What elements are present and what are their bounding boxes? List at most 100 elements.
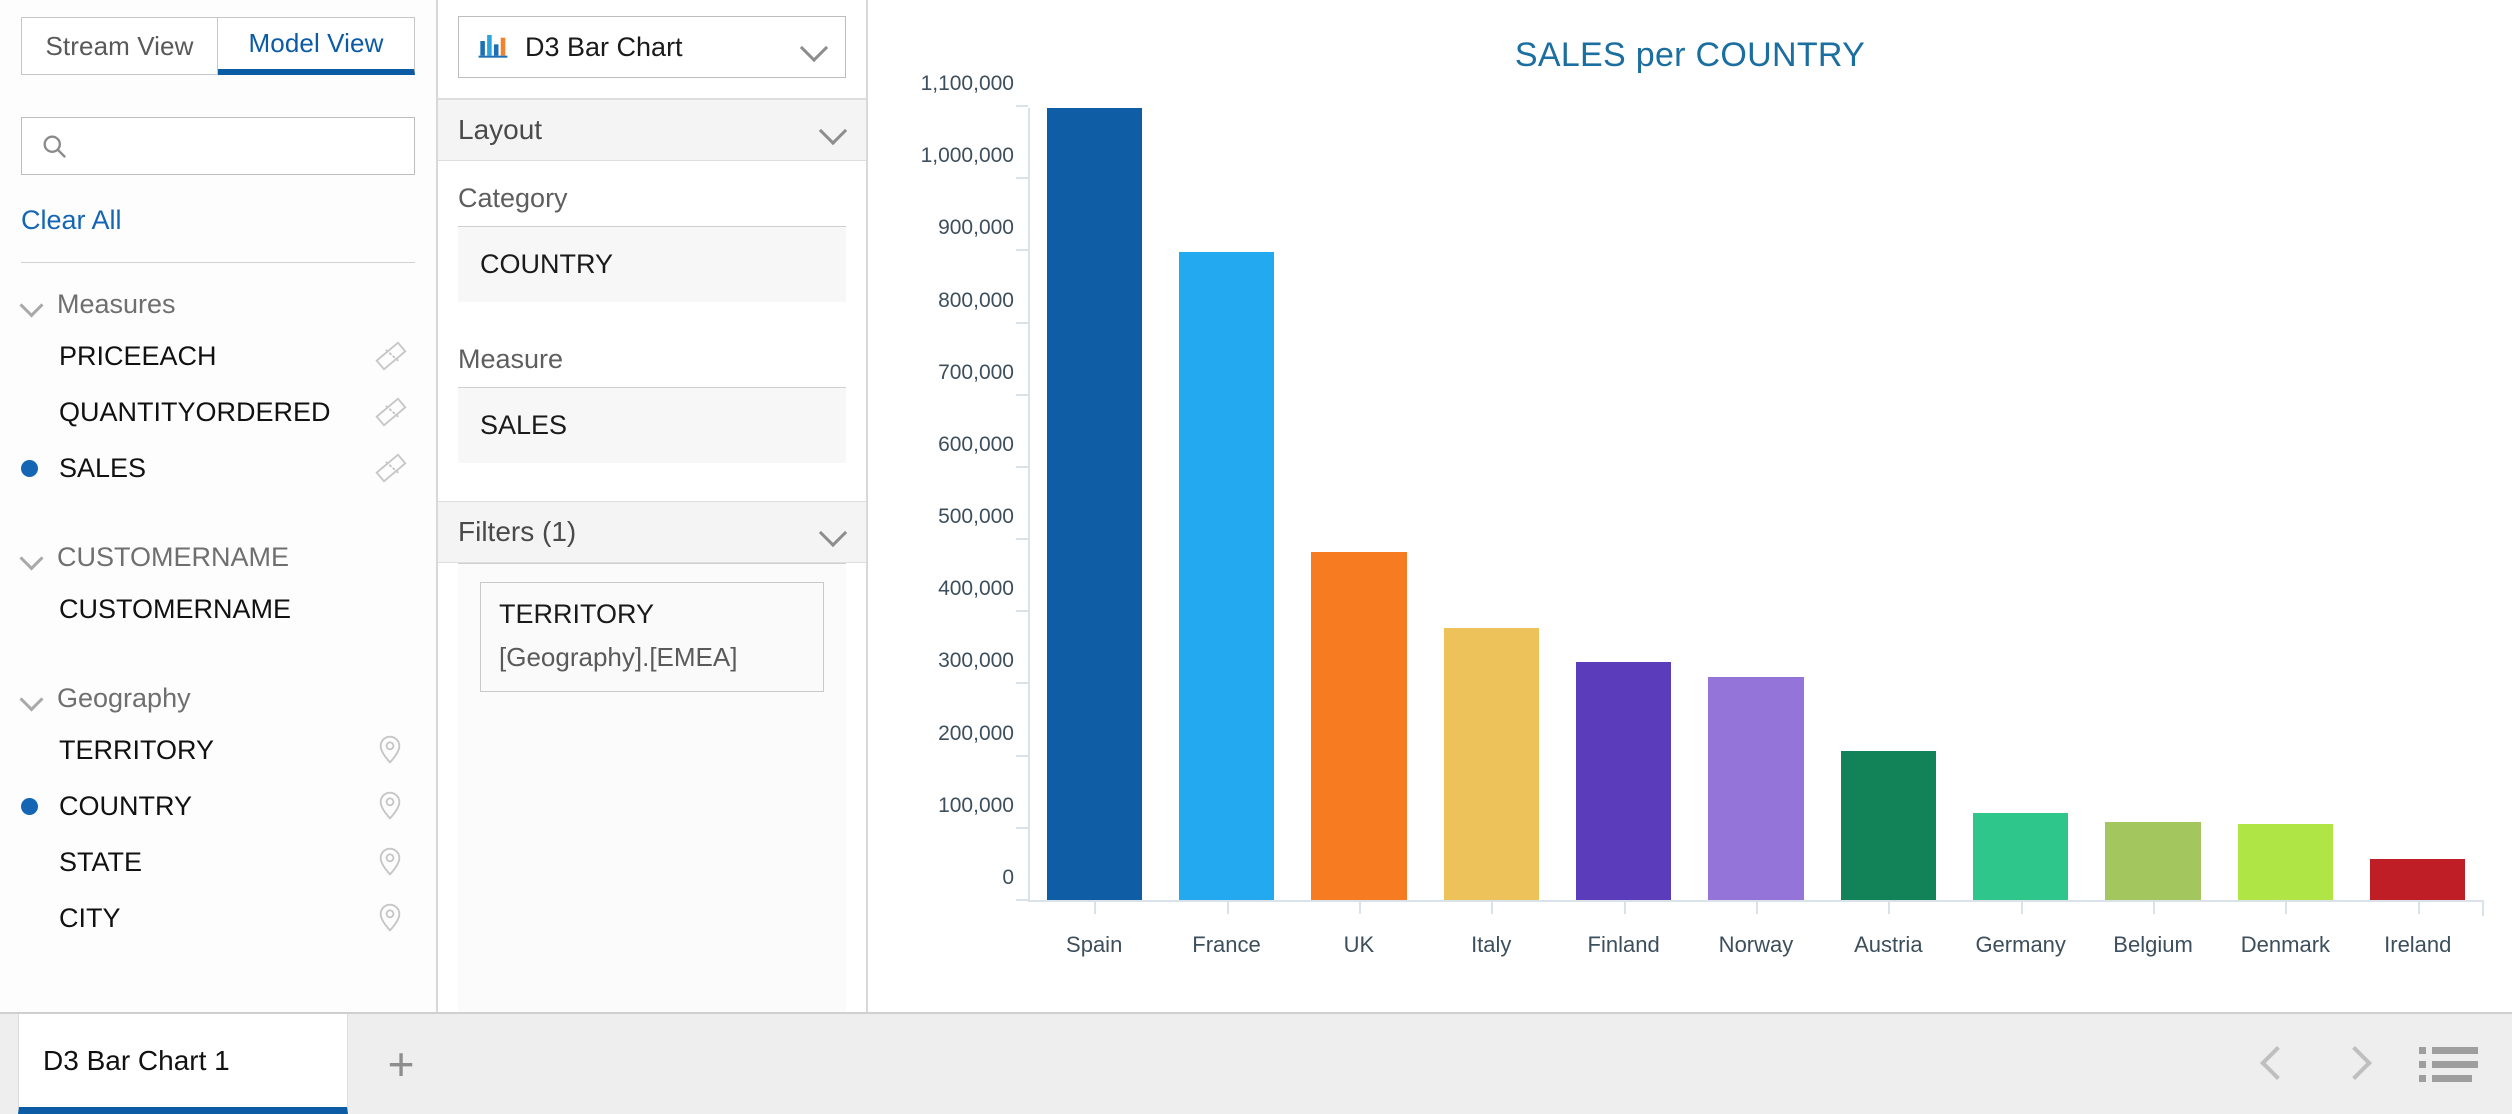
document-tab-d3-bar-chart-1[interactable]: D3 Bar Chart 1 bbox=[18, 1014, 348, 1114]
field-state[interactable]: STATE bbox=[0, 834, 436, 890]
bar-italy[interactable] bbox=[1443, 627, 1539, 900]
bar-germany[interactable] bbox=[1973, 812, 2069, 900]
chevron-down-icon bbox=[801, 34, 827, 60]
bar-slot: Italy bbox=[1425, 108, 1557, 957]
x-axis-tick-label: Denmark bbox=[2240, 932, 2331, 957]
tab-nav-controls bbox=[2259, 1014, 2512, 1114]
chevron-down-icon bbox=[820, 519, 846, 545]
x-axis-tick-label: Italy bbox=[1471, 932, 1512, 957]
bar-slot: UK bbox=[1293, 108, 1425, 957]
chart-config-panel: D3 Bar Chart Layout Category COUNTRY Mea… bbox=[438, 0, 868, 1012]
y-axis-tick-mark bbox=[1016, 321, 1028, 324]
map-pin-icon bbox=[374, 733, 408, 767]
category-value: COUNTRY bbox=[480, 249, 614, 279]
field-city[interactable]: CITY bbox=[0, 890, 436, 946]
document-tab-bar: D3 Bar Chart 1 + bbox=[0, 1012, 2512, 1114]
plus-icon: + bbox=[387, 1038, 415, 1090]
list-icon[interactable] bbox=[2419, 1046, 2478, 1082]
field-quantityordered[interactable]: QUANTITYORDERED bbox=[0, 384, 436, 440]
bar-slot: Finland bbox=[1557, 108, 1689, 957]
chevron-down-icon bbox=[820, 117, 846, 143]
chevron-right-icon[interactable] bbox=[2339, 1044, 2373, 1084]
chart-type-select[interactable]: D3 Bar Chart bbox=[458, 16, 846, 78]
y-axis-tick-label: 200,000 bbox=[938, 721, 1014, 745]
field-territory[interactable]: TERRITORY bbox=[0, 722, 436, 778]
x-axis-tick-label: Belgium bbox=[2113, 932, 2193, 957]
clear-all-link[interactable]: Clear All bbox=[21, 205, 122, 236]
y-axis-tick-label: 1,000,000 bbox=[920, 144, 1014, 168]
y-axis-tick-mark bbox=[1016, 105, 1028, 107]
search-icon bbox=[40, 132, 68, 160]
field-customername[interactable]: CUSTOMERNAME bbox=[0, 581, 436, 637]
selected-dot-icon bbox=[21, 797, 38, 815]
x-axis-tick-label: Spain bbox=[1066, 932, 1123, 957]
bar-spain[interactable] bbox=[1046, 108, 1142, 900]
x-axis-tick-mark bbox=[2153, 900, 2156, 914]
measure-value: SALES bbox=[480, 410, 568, 440]
map-pin-icon bbox=[374, 845, 408, 879]
x-axis-tick-mark bbox=[2020, 900, 2023, 914]
list-bullet bbox=[2419, 1074, 2426, 1082]
y-axis-tick-label: 500,000 bbox=[938, 505, 1014, 529]
list-line bbox=[2432, 1060, 2478, 1068]
y-axis-tick-mark bbox=[1016, 826, 1028, 829]
tab-stream-view[interactable]: Stream View bbox=[21, 17, 218, 75]
plot-area: 0 100,000 200,000 300,000 400,000 500,000 600,… bbox=[868, 72, 2512, 1012]
field-country[interactable]: COUNTRY bbox=[0, 778, 436, 834]
y-axis-tick-mark bbox=[1016, 610, 1028, 613]
filter-card-territory[interactable]: TERRITORY [Geography].[EMEA] bbox=[480, 582, 824, 692]
x-axis-tick-mark bbox=[1755, 900, 1758, 914]
selected-dot-icon bbox=[21, 459, 38, 477]
filters-section-header[interactable]: Filters (1) bbox=[438, 501, 866, 563]
category-shelf[interactable]: COUNTRY bbox=[458, 226, 846, 302]
bar-slot: Norway bbox=[1690, 108, 1822, 957]
bar-belgium[interactable] bbox=[2105, 822, 2201, 900]
application-window: Stream View Model View Clear All Measure… bbox=[0, 0, 2512, 1114]
bar-norway[interactable] bbox=[1708, 676, 1804, 900]
search-input[interactable] bbox=[78, 131, 400, 161]
y-axis-tick-mark bbox=[1016, 899, 1028, 901]
x-axis-tick-mark bbox=[2417, 900, 2420, 914]
bar-france[interactable] bbox=[1178, 252, 1275, 900]
ruler-icon bbox=[374, 339, 408, 373]
list-bullet bbox=[2419, 1060, 2426, 1068]
field-sales[interactable]: SALES bbox=[0, 440, 436, 496]
x-axis-end-tick bbox=[2482, 902, 2484, 916]
chart-type-container: D3 Bar Chart bbox=[438, 0, 866, 99]
field-priceeach[interactable]: PRICEEACH bbox=[0, 328, 436, 384]
list-line bbox=[2432, 1046, 2478, 1054]
y-axis-tick-label: 0 bbox=[1002, 866, 1014, 889]
selection-indicator-slot bbox=[21, 797, 59, 815]
bar-slot: France bbox=[1160, 108, 1292, 957]
group-geography-label: Geography bbox=[57, 683, 191, 713]
search-container bbox=[21, 117, 415, 175]
measure-shelf[interactable]: SALES bbox=[458, 387, 846, 463]
chart-title: SALES per COUNTRY bbox=[1514, 36, 1866, 74]
tab-model-view[interactable]: Model View bbox=[218, 17, 415, 75]
y-axis-tick-mark bbox=[1016, 393, 1028, 396]
group-geography-header[interactable]: Geography bbox=[0, 675, 436, 722]
list-icon-row bbox=[2419, 1060, 2478, 1068]
bar-uk[interactable] bbox=[1311, 551, 1407, 900]
bar-slot: Germany bbox=[1955, 108, 2087, 957]
field-sales-label: SALES bbox=[59, 452, 147, 483]
add-tab-button[interactable]: + bbox=[348, 1014, 454, 1114]
bar-austria[interactable] bbox=[1840, 750, 1936, 900]
group-measures-header[interactable]: Measures bbox=[0, 281, 436, 328]
x-axis-tick-mark bbox=[1491, 900, 1494, 914]
bar-finland[interactable] bbox=[1575, 661, 1672, 900]
group-measures: Measures PRICEEACH QUANTITYORDERED SALES bbox=[0, 281, 436, 496]
list-line bbox=[2432, 1074, 2472, 1082]
bar-denmark[interactable] bbox=[2237, 824, 2334, 900]
y-axis-tick-label: 100,000 bbox=[938, 793, 1014, 817]
group-customername-label: CUSTOMERNAME bbox=[57, 542, 290, 572]
bar-ireland[interactable] bbox=[2370, 858, 2466, 900]
y-axis-tick-mark bbox=[1016, 538, 1028, 541]
chevron-left-icon[interactable] bbox=[2259, 1044, 2293, 1084]
bar-slot: Austria bbox=[1822, 108, 1954, 957]
view-tab-group: Stream View Model View bbox=[21, 17, 415, 75]
chart-type-label: D3 Bar Chart bbox=[525, 31, 683, 62]
group-customername-header[interactable]: CUSTOMERNAME bbox=[0, 534, 436, 581]
layout-section-header[interactable]: Layout bbox=[438, 99, 866, 161]
search-box[interactable] bbox=[21, 117, 415, 175]
